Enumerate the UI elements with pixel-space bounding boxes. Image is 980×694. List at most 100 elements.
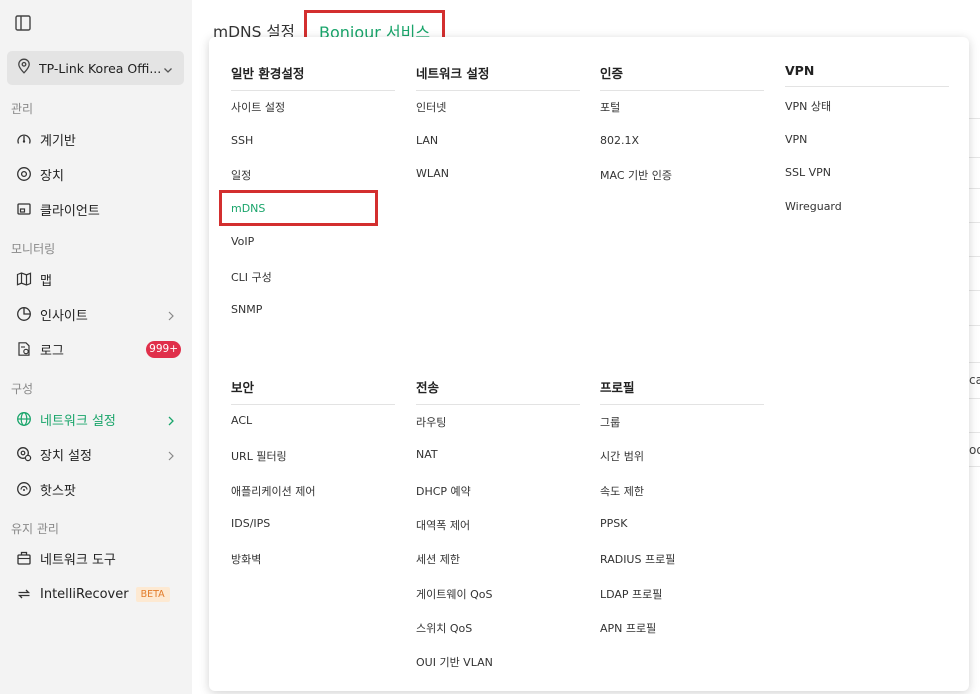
menu-item-rate-limit[interactable]: 속도 제한 <box>600 483 644 499</box>
beta-badge: BETA <box>135 586 170 602</box>
menu-item-ppsk[interactable]: PPSK <box>600 517 627 530</box>
sidebar-item-label: 클라이언트 <box>40 203 100 219</box>
sidebar-item-clients[interactable]: 클라이언트 <box>0 192 192 226</box>
menu-item-ldap-profile[interactable]: LDAP 프로필 <box>600 586 662 602</box>
menu-item-url-filtering[interactable]: URL 필터링 <box>231 448 287 464</box>
site-selector[interactable]: TP-Link Korea Offi... <box>7 51 184 85</box>
menu-item-site-settings[interactable]: 사이트 설정 <box>231 99 285 115</box>
menu-item-8021x[interactable]: 802.1X <box>600 134 639 147</box>
sidebar-item-devices[interactable]: 장치 <box>0 157 192 191</box>
sidebar-item-label: 장치 <box>40 168 64 184</box>
menu-heading-transmission: 전송 <box>416 377 580 405</box>
menu-item-time-range[interactable]: 시간 범위 <box>600 448 644 464</box>
menu-item-apn-profile[interactable]: APN 프로필 <box>600 620 656 636</box>
menu-item-ids-ips[interactable]: IDS/IPS <box>231 517 270 530</box>
sidebar-item-label: 네트워크 설정 <box>40 413 116 429</box>
section-label-config: 구성 <box>11 382 34 396</box>
log-icon <box>15 340 33 358</box>
network-settings-menu: 일반 환경설정 네트워크 설정 인증 VPN 사이트 설정 SSH 일정 mDN… <box>209 37 969 691</box>
menu-item-mdns[interactable]: mDNS <box>231 202 265 215</box>
menu-heading-profile: 프로필 <box>600 377 764 405</box>
menu-heading-security: 보안 <box>231 377 395 405</box>
toolbox-icon <box>15 549 33 567</box>
menu-item-snmp[interactable]: SNMP <box>231 303 262 316</box>
chevron-right-icon <box>166 412 176 431</box>
menu-item-wlan[interactable]: WLAN <box>416 167 449 180</box>
sidebar-item-dashboard[interactable]: 계기반 <box>0 122 192 156</box>
menu-item-radius-profile[interactable]: RADIUS 프로필 <box>600 551 675 567</box>
table-cell-text: ca <box>969 373 980 387</box>
menu-item-wireguard[interactable]: Wireguard <box>785 200 842 213</box>
menu-heading-general: 일반 환경설정 <box>231 63 395 91</box>
dashboard-icon <box>15 130 33 148</box>
sidebar-item-intellirecover[interactable]: IntelliRecover BETA <box>0 577 192 611</box>
device-gear-icon <box>15 445 33 463</box>
chevron-right-icon <box>166 447 176 466</box>
table-divider <box>969 118 980 119</box>
menu-item-group[interactable]: 그룹 <box>600 414 620 430</box>
table-divider <box>969 256 980 257</box>
sidebar-item-insights[interactable]: 인사이트 <box>0 297 192 331</box>
menu-heading-network: 네트워크 설정 <box>416 63 580 91</box>
sidebar: TP-Link Korea Offi... 관리 계기반 장치 클라이언트 모니… <box>0 0 192 694</box>
menu-item-cli-config[interactable]: CLI 구성 <box>231 269 272 285</box>
menu-heading-auth: 인증 <box>600 63 764 91</box>
menu-item-bandwidth-control[interactable]: 대역폭 제어 <box>416 517 470 533</box>
sidebar-item-label: 인사이트 <box>40 308 88 324</box>
sidebar-toggle-icon[interactable] <box>14 14 32 32</box>
sidebar-item-device-settings[interactable]: 장치 설정 <box>0 437 192 471</box>
menu-item-acl[interactable]: ACL <box>231 414 252 427</box>
pie-chart-icon <box>15 305 33 323</box>
chevron-down-icon <box>162 61 174 80</box>
site-name: TP-Link Korea Offi... <box>39 60 162 76</box>
table-cell-text: oo <box>969 443 980 457</box>
menu-item-lan[interactable]: LAN <box>416 134 438 147</box>
menu-item-switch-qos[interactable]: 스위치 QoS <box>416 620 472 636</box>
sidebar-item-label: 맵 <box>40 273 52 289</box>
menu-item-nat[interactable]: NAT <box>416 448 438 461</box>
device-icon <box>15 165 33 183</box>
menu-item-routing[interactable]: 라우팅 <box>416 414 446 430</box>
menu-item-internet[interactable]: 인터넷 <box>416 99 446 115</box>
sidebar-item-label: 장치 설정 <box>40 448 92 464</box>
menu-item-ssh[interactable]: SSH <box>231 134 253 147</box>
menu-item-schedule[interactable]: 일정 <box>231 167 251 183</box>
table-divider <box>969 222 980 223</box>
sync-arrows-icon <box>15 585 33 603</box>
table-divider <box>969 325 980 326</box>
menu-item-oui-vlan[interactable]: OUI 기반 VLAN <box>416 654 493 670</box>
sidebar-item-label: 로그 <box>40 343 64 359</box>
section-label-manage: 관리 <box>11 102 34 116</box>
log-count-badge: 999+ <box>146 341 181 358</box>
sidebar-item-network-settings[interactable]: 네트워크 설정 <box>0 402 192 436</box>
menu-item-dhcp-reservation[interactable]: DHCP 예약 <box>416 483 471 499</box>
sidebar-item-label: 핫스팟 <box>40 483 76 499</box>
menu-item-vpn-status[interactable]: VPN 상태 <box>785 98 831 114</box>
menu-item-voip[interactable]: VoIP <box>231 235 254 248</box>
menu-item-gateway-qos[interactable]: 게이트웨이 QoS <box>416 586 492 602</box>
sidebar-item-network-tools[interactable]: 네트워크 도구 <box>0 541 192 575</box>
globe-icon <box>15 410 33 428</box>
menu-item-app-control[interactable]: 애플리케이션 제어 <box>231 483 315 499</box>
table-divider <box>969 432 980 433</box>
sidebar-item-hotspot[interactable]: 핫스팟 <box>0 472 192 506</box>
table-divider <box>969 466 980 467</box>
menu-item-firewall[interactable]: 방화벽 <box>231 551 261 567</box>
menu-item-ssl-vpn[interactable]: SSL VPN <box>785 166 831 179</box>
menu-item-mac-auth[interactable]: MAC 기반 인증 <box>600 167 672 183</box>
section-label-maintenance: 유지 관리 <box>11 522 59 536</box>
hotspot-icon <box>15 480 33 498</box>
table-divider <box>969 398 980 399</box>
table-divider <box>969 188 980 189</box>
sidebar-item-logs[interactable]: 로그 999+ <box>0 332 192 366</box>
menu-item-session-limit[interactable]: 세션 제한 <box>416 551 460 567</box>
sidebar-item-label: 네트워크 도구 <box>40 552 116 568</box>
location-pin-icon <box>17 58 31 78</box>
sidebar-item-label: IntelliRecover <box>40 586 129 602</box>
menu-item-portal[interactable]: 포털 <box>600 99 620 115</box>
map-icon <box>15 270 33 288</box>
table-divider <box>969 290 980 291</box>
menu-item-vpn[interactable]: VPN <box>785 133 807 146</box>
table-divider <box>969 362 980 363</box>
sidebar-item-map[interactable]: 맵 <box>0 262 192 296</box>
